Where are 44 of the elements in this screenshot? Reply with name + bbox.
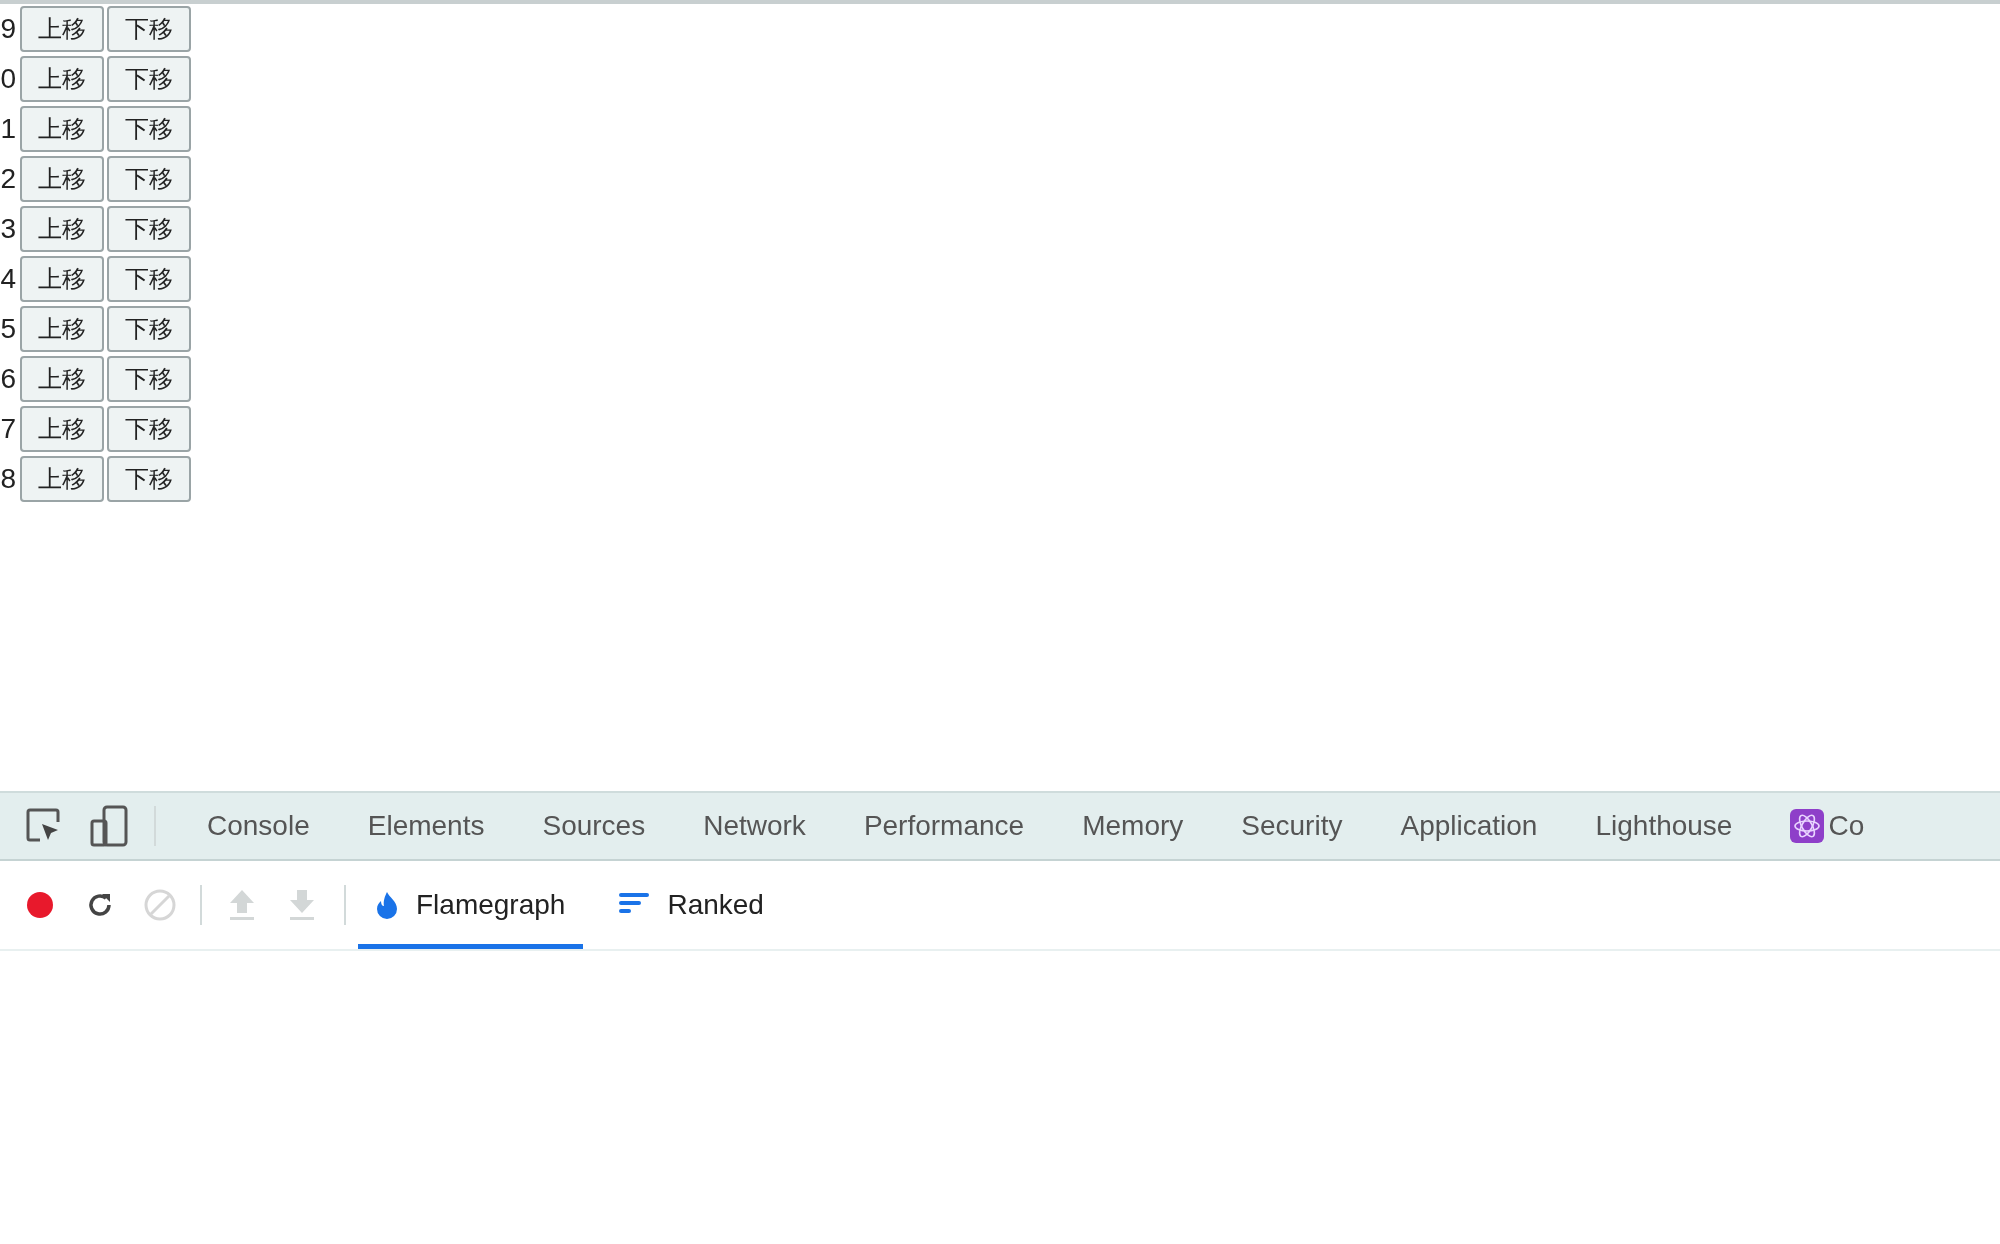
move-up-button[interactable]: 上移 — [20, 6, 104, 52]
row-number: 8 — [0, 463, 16, 495]
row-number: 3 — [0, 213, 16, 245]
flame-icon — [376, 891, 398, 919]
devtools-tab[interactable]: Memory — [1053, 810, 1213, 842]
move-up-button[interactable]: 上移 — [20, 356, 104, 402]
move-down-button[interactable]: 下移 — [107, 356, 191, 402]
row-number: 9 — [0, 13, 16, 45]
devtools-tab[interactable]: Security — [1212, 810, 1372, 842]
move-down-button[interactable]: 下移 — [107, 406, 191, 452]
move-down-button[interactable]: 下移 — [107, 6, 191, 52]
row-number: 5 — [0, 313, 16, 345]
devtools-tab[interactable]: Application — [1371, 810, 1567, 842]
move-down-button[interactable]: 下移 — [107, 156, 191, 202]
move-up-button[interactable]: 上移 — [20, 156, 104, 202]
move-down-button[interactable]: 下移 — [107, 106, 191, 152]
move-up-button[interactable]: 上移 — [20, 406, 104, 452]
move-down-button[interactable]: 下移 — [107, 456, 191, 502]
profiler-tab[interactable]: Ranked — [601, 861, 782, 949]
move-up-button[interactable]: 上移 — [20, 206, 104, 252]
devtools-tab[interactable]: Performance — [834, 810, 1054, 842]
move-up-button[interactable]: 上移 — [20, 456, 104, 502]
row-number: 1 — [0, 113, 16, 145]
devtools-tab[interactable]: Elements — [338, 810, 514, 842]
move-up-button[interactable]: 上移 — [20, 256, 104, 302]
devtools-tab[interactable]: Lighthouse — [1566, 810, 1762, 842]
row-number: 7 — [0, 413, 16, 445]
move-up-button[interactable]: 上移 — [20, 306, 104, 352]
row-number: 4 — [0, 263, 16, 295]
devtools-tab[interactable]: Co — [1761, 809, 1865, 843]
row-number: 2 — [0, 163, 16, 195]
move-down-button[interactable]: 下移 — [107, 306, 191, 352]
devtools-tab[interactable]: Network — [674, 810, 835, 842]
move-up-button[interactable]: 上移 — [20, 56, 104, 102]
profiler-tab[interactable]: Flamegraph — [358, 861, 584, 949]
move-up-button[interactable]: 上移 — [20, 106, 104, 152]
row-number: 6 — [0, 363, 16, 395]
react-icon — [1790, 809, 1825, 843]
devtools-tab[interactable]: Sources — [513, 810, 675, 842]
move-down-button[interactable]: 下移 — [107, 256, 191, 302]
devtools-tab[interactable]: Console — [178, 810, 339, 842]
row-number: 0 — [0, 63, 16, 95]
move-down-button[interactable]: 下移 — [107, 206, 191, 252]
move-down-button[interactable]: 下移 — [107, 56, 191, 102]
